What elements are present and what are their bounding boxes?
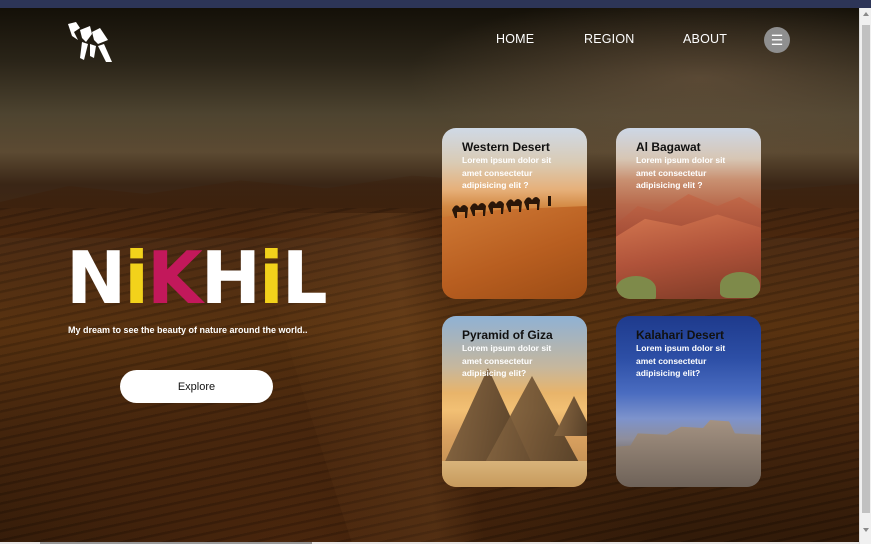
card-title: Western Desert <box>462 140 550 154</box>
browser-top-bar <box>0 0 871 8</box>
card-image-ruins <box>616 420 761 487</box>
card-description: Lorem ipsum dolor sit amet consectetur a… <box>636 155 726 190</box>
card-image-shrub <box>616 276 656 299</box>
explore-button[interactable]: Explore <box>120 370 273 403</box>
nav-link-region[interactable]: REGION <box>584 32 635 46</box>
brand-letter: N <box>66 236 126 320</box>
nav-link-home[interactable]: HOME <box>496 32 534 46</box>
scroll-down-arrow-icon[interactable] <box>863 528 869 532</box>
destination-card-pyramid-of-giza[interactable]: Pyramid of Giza Lorem ipsum dolor sit am… <box>442 316 587 487</box>
card-title: Kalahari Desert <box>636 328 725 342</box>
card-image-pyramid <box>554 396 587 436</box>
brand-letter: K <box>146 236 203 320</box>
card-title: Al Bagawat <box>636 140 701 154</box>
hero-section: HOME REGION ABOUT ☰ N i K H i L My dream… <box>0 8 859 542</box>
scroll-up-arrow-icon[interactable] <box>863 12 869 16</box>
card-image-sand <box>442 461 587 487</box>
scrollbar-thumb[interactable] <box>862 25 870 513</box>
card-description: Lorem ipsum dolor sit amet consectetur a… <box>462 343 552 378</box>
card-image-shrub <box>720 272 760 298</box>
destination-card-western-desert[interactable]: Western Desert Lorem ipsum dolor sit ame… <box>442 128 587 299</box>
top-navigation: HOME REGION ABOUT <box>0 32 859 52</box>
hero-tagline: My dream to see the beauty of nature aro… <box>68 325 308 335</box>
destination-card-al-bagawat[interactable]: Al Bagawat Lorem ipsum dolor sit amet co… <box>616 128 761 299</box>
brand-title: N i K H i L <box>66 236 328 320</box>
nav-link-about[interactable]: ABOUT <box>683 32 727 46</box>
brand-letter: i <box>259 236 284 320</box>
vertical-scrollbar[interactable] <box>859 8 871 544</box>
camel-caravan-image <box>452 196 551 218</box>
hamburger-menu-button[interactable]: ☰ <box>764 27 790 53</box>
card-description: Lorem ipsum dolor sit amet consectetur a… <box>636 343 726 378</box>
destination-card-kalahari-desert[interactable]: Kalahari Desert Lorem ipsum dolor sit am… <box>616 316 761 487</box>
card-title: Pyramid of Giza <box>462 328 553 342</box>
brand-letter: i <box>124 236 149 320</box>
hamburger-menu-icon: ☰ <box>770 32 784 48</box>
brand-letter: H <box>200 236 261 320</box>
brand-letter: L <box>281 236 328 320</box>
card-description: Lorem ipsum dolor sit amet consectetur a… <box>462 155 552 190</box>
